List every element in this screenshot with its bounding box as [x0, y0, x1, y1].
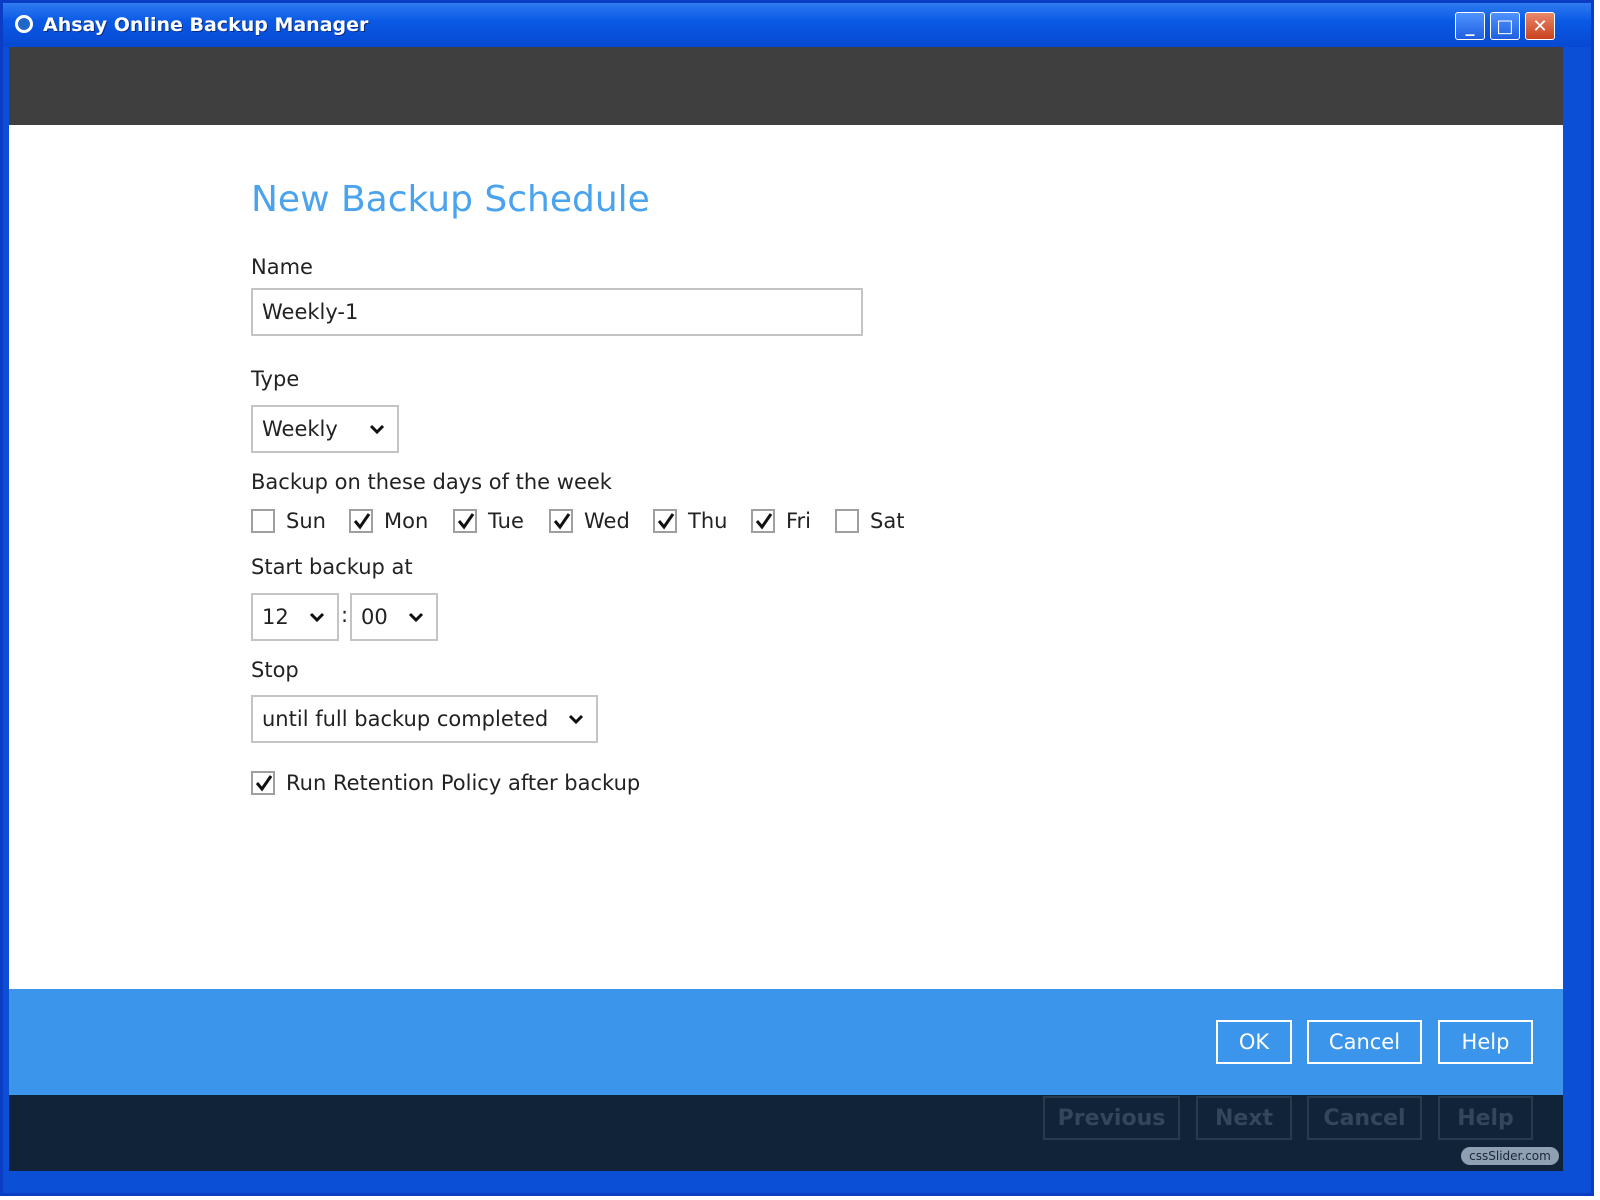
day-label: Tue	[488, 509, 524, 533]
day-label: Wed	[584, 509, 630, 533]
stop-select[interactable]: until full backup completed	[251, 695, 598, 743]
day-checkbox-sat[interactable]	[835, 509, 859, 533]
previous-button[interactable]: Previous	[1043, 1096, 1180, 1140]
help-button[interactable]: Help	[1438, 1020, 1533, 1064]
page-title: New Backup Schedule	[251, 179, 650, 220]
minimize-icon: _	[1465, 15, 1475, 37]
watermark: cssSlider.com	[1461, 1147, 1559, 1165]
retention-label: Run Retention Policy after backup	[286, 771, 641, 795]
dialog-button-bar: OK Cancel Help	[9, 989, 1563, 1095]
day-checkbox-tue[interactable]	[453, 509, 477, 533]
close-icon: ✕	[1532, 15, 1548, 37]
chevron-down-icon	[568, 711, 584, 727]
day-label: Mon	[384, 509, 429, 533]
day-option-tue[interactable]: Tue	[453, 509, 524, 533]
schedule-form: New Backup Schedule Name Type Weekly Bac…	[9, 125, 1563, 989]
day-checkbox-sun[interactable]	[251, 509, 275, 533]
wizard-button-bar: Previous Next Cancel Help cssSlider.com	[9, 1095, 1563, 1171]
day-label: Fri	[786, 509, 812, 533]
day-checkbox-thu[interactable]	[653, 509, 677, 533]
chevron-down-icon	[369, 421, 385, 437]
app-window: Ahsay Online Backup Manager _ □ ✕ New Ba…	[0, 0, 1594, 1196]
wizard-help-button[interactable]: Help	[1438, 1096, 1533, 1140]
stop-label: Stop	[251, 658, 299, 682]
day-option-fri[interactable]: Fri	[751, 509, 811, 533]
time-separator: :	[341, 603, 349, 627]
window-title: Ahsay Online Backup Manager	[43, 14, 369, 36]
minimize-button[interactable]: _	[1455, 12, 1485, 40]
header-band	[9, 47, 1563, 125]
retention-option[interactable]: Run Retention Policy after backup	[251, 771, 640, 795]
day-label: Sat	[870, 509, 905, 533]
chevron-down-icon	[408, 609, 424, 625]
stop-select-value: until full backup completed	[262, 707, 549, 731]
next-button[interactable]: Next	[1196, 1096, 1292, 1140]
type-select[interactable]: Weekly	[251, 405, 399, 453]
day-option-mon[interactable]: Mon	[349, 509, 428, 533]
day-checkbox-mon[interactable]	[349, 509, 373, 533]
day-option-wed[interactable]: Wed	[549, 509, 630, 533]
start-label: Start backup at	[251, 555, 413, 579]
days-label: Backup on these days of the week	[251, 470, 612, 494]
wizard-cancel-button[interactable]: Cancel	[1307, 1096, 1422, 1140]
start-hour-select[interactable]: 12	[251, 593, 339, 641]
day-label: Sun	[286, 509, 326, 533]
type-select-value: Weekly	[262, 417, 338, 441]
start-minute-value: 00	[361, 605, 388, 629]
name-input[interactable]	[251, 288, 863, 336]
maximize-icon: □	[1496, 15, 1514, 37]
day-checkbox-fri[interactable]	[751, 509, 775, 533]
day-option-thu[interactable]: Thu	[653, 509, 727, 533]
close-button[interactable]: ✕	[1525, 12, 1555, 40]
type-label: Type	[251, 367, 300, 391]
chevron-down-icon	[309, 609, 325, 625]
title-bar[interactable]: Ahsay Online Backup Manager _ □ ✕	[3, 3, 1591, 47]
app-icon	[15, 15, 33, 33]
start-hour-value: 12	[262, 605, 289, 629]
maximize-button[interactable]: □	[1490, 12, 1520, 40]
day-checkbox-wed[interactable]	[549, 509, 573, 533]
cancel-button[interactable]: Cancel	[1307, 1020, 1422, 1064]
day-option-sat[interactable]: Sat	[835, 509, 904, 533]
retention-checkbox[interactable]	[251, 771, 275, 795]
day-option-sun[interactable]: Sun	[251, 509, 326, 533]
day-label: Thu	[688, 509, 728, 533]
start-minute-select[interactable]: 00	[350, 593, 438, 641]
name-label: Name	[251, 255, 313, 279]
ok-button[interactable]: OK	[1216, 1020, 1292, 1064]
